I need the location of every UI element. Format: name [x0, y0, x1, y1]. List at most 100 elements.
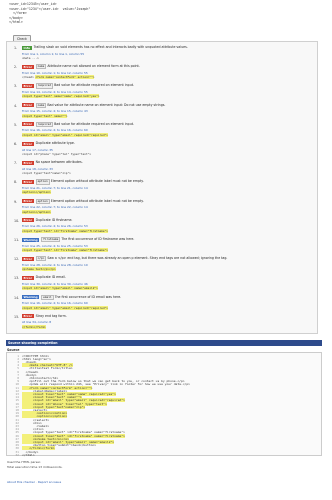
message-heading: Error Duplicate ID firstname.	[22, 218, 72, 223]
message-location[interactable]: From line 25, column 4; to line 25, colu…	[22, 244, 88, 248]
message-location[interactable]: From line 21, column 7; to line 21, colu…	[22, 186, 88, 190]
message-item: 11. Warning firstname The first occurrence…	[12, 237, 313, 256]
message-number: 11.	[14, 238, 20, 242]
warning-badge: Warning	[22, 295, 40, 300]
message-item: 3. Error required Bad value for attribute …	[12, 83, 313, 102]
message-location[interactable]: At line 17, column 35	[22, 148, 53, 152]
error-badge: Error	[22, 179, 34, 184]
message-code: option	[35, 198, 50, 204]
message-number: 6.	[14, 142, 18, 146]
message-location[interactable]: From line 26, column 4; to line 26, colu…	[22, 224, 88, 228]
message-extract: <option></option>	[22, 209, 51, 214]
extract-highlight: <input type="text" name="name" required=…	[22, 94, 100, 99]
warning-badge: Warning	[22, 237, 40, 242]
error-badge: Error	[22, 141, 34, 146]
message-number: 15.	[14, 314, 20, 319]
extract-highlight: <input type="text" id="firstname" name="…	[22, 228, 108, 233]
message-extract: </head> <form name="contactForm" action=…	[22, 75, 95, 80]
message-extract: <input id="email" type="email" name="ema…	[22, 286, 98, 291]
message-item: 6. Error Duplicate attribute type. At line …	[12, 141, 313, 160]
message-heading: Warning email The first occurrence of ID …	[22, 294, 122, 300]
message-text: The first occurrence of ID email was her…	[54, 294, 122, 299]
parser-note: Used the HTML parser.	[7, 460, 41, 464]
message-code: firstname	[41, 237, 61, 243]
message-location[interactable]: From line 1, column 1; to line 1, column…	[22, 52, 84, 56]
message-item: 4. Error name Bad value for attribute name…	[12, 102, 313, 122]
error-badge: Error	[22, 275, 34, 280]
message-text: Element option without attribute label m…	[50, 179, 144, 184]
message-item: 10. Error Duplicate ID firstname. From line…	[12, 218, 313, 237]
message-number: 9.	[14, 199, 18, 204]
message-location[interactable]: From line 22, column 7; to line 22, colu…	[22, 205, 88, 209]
message-text: Bad value for attribute required on elem…	[54, 83, 134, 88]
message-heading: Error option Element option without attri…	[22, 179, 144, 185]
extract-highlight: <form name="contactForm" action="">	[35, 75, 95, 80]
message-item: 9. Error option Element option without att…	[12, 198, 313, 218]
message-location[interactable]: From line 30, column 4; to line 30, colu…	[22, 282, 88, 286]
message-heading: Error No space between attributes.	[22, 160, 83, 165]
message-item: 2. Error name Attribute name not allowed o…	[12, 64, 313, 83]
extract-highlight: <input id="email" type="email" required=…	[22, 132, 108, 137]
message-extract: <input type="text"name="zip">	[22, 171, 71, 175]
extract-text: <input type="text"name="zip">	[22, 171, 71, 176]
message-heading: Error Duplicate attribute type.	[22, 141, 75, 146]
input-code-snippet: <user_id>12345</user_id> <user-id>"1234"…	[9, 2, 91, 25]
message-code: email	[41, 294, 54, 300]
message-extract: <input type="text" name="">	[22, 113, 68, 118]
message-heading: Error required Bad value for attribute re…	[22, 121, 134, 127]
extract-highlight: <input id="email" type="email" required=…	[22, 305, 108, 310]
message-text: The first occurrence of ID firstname was…	[61, 237, 135, 242]
message-location[interactable]: From line 28, column 4; to line 28, colu…	[22, 263, 88, 267]
message-item: 13. Error Duplicate ID email. From line 30,…	[12, 275, 313, 294]
message-item: 15. Error Stray end tag form. At line 34, c…	[12, 314, 313, 333]
message-heading: Error name Bad value for attribute name o…	[22, 102, 166, 108]
message-number: 1.	[14, 46, 18, 50]
message-item: 8. Error option Element option without att…	[12, 179, 313, 198]
message-number: 7.	[14, 161, 18, 166]
message-extract: <meta ...>	[22, 56, 39, 60]
message-text: Stray end tag form.	[35, 313, 67, 318]
message-location[interactable]: From line 15, column 4; to line 15, colu…	[22, 109, 88, 113]
extract-highlight: <option></option>	[22, 209, 51, 214]
footer-links[interactable]: About this checker · Report an issue	[7, 480, 61, 484]
source-listing: 1 <!DOCTYPE html> 2 <html lang="en"> 3 <head…	[6, 352, 322, 458]
message-item: 12. Error </p> Saw a </p> end tag, but the…	[12, 256, 313, 275]
message-location[interactable]: From line 16, column 4; to line 16, colu…	[22, 301, 88, 305]
message-item: 14. Warning email The first occurrence of …	[12, 294, 313, 314]
error-badge: Error	[22, 256, 34, 261]
source-section-bar: Source showing completion	[6, 340, 322, 346]
message-text: Bad value for attribute name on element …	[47, 102, 166, 107]
extract-highlight: <p>Some text</p></p>	[22, 267, 56, 272]
message-extract: <p>Some text</p></p>	[22, 267, 56, 272]
message-text: Element option without attribute label m…	[50, 198, 144, 203]
message-item: 1. Info Trailing slash on void elements ha…	[12, 45, 313, 64]
extract-highlight: <input id="email" type="email" name="ema…	[22, 286, 98, 291]
message-text: No space between attributes.	[35, 160, 83, 165]
message-text: Duplicate attribute type.	[35, 141, 75, 145]
message-code: required	[35, 121, 54, 127]
message-heading: Info Trailing slash on void elements has …	[22, 45, 188, 50]
message-number: 14.	[14, 295, 20, 300]
source-line: 32 </html>	[7, 452, 35, 458]
error-badge: Error	[22, 314, 34, 319]
message-number: 4.	[14, 103, 18, 108]
message-code: name	[35, 64, 47, 70]
message-location[interactable]: At line 18, column 33	[22, 167, 53, 171]
line-text: </html>	[22, 452, 35, 457]
message-heading: Error required Bad value for attribute re…	[22, 83, 134, 89]
extract-text: </head>	[22, 75, 36, 80]
message-text: Saw a </p> end tag, but there was alread…	[47, 256, 228, 261]
message-location[interactable]: From line 10, column 1; to line 12, colu…	[22, 71, 88, 75]
extract-highlight: <option></option>	[22, 190, 51, 195]
message-item: 7. Error No space between attributes. At li…	[12, 160, 313, 179]
message-location[interactable]: At line 34, column 8	[22, 320, 51, 324]
message-heading: Error </p> Saw a </p> end tag, but there …	[22, 256, 228, 262]
message-location[interactable]: From line 14, column 4; to line 14, colu…	[22, 90, 88, 94]
message-code: name	[35, 102, 47, 108]
message-number: 13.	[14, 276, 20, 281]
message-location[interactable]: From line 16, column 4; to line 16, colu…	[22, 128, 88, 132]
message-number: 12.	[14, 257, 20, 262]
error-badge: Error	[22, 122, 34, 127]
info-badge: Info	[22, 45, 32, 50]
message-text: Attribute name not allowed on element fo…	[47, 64, 140, 69]
